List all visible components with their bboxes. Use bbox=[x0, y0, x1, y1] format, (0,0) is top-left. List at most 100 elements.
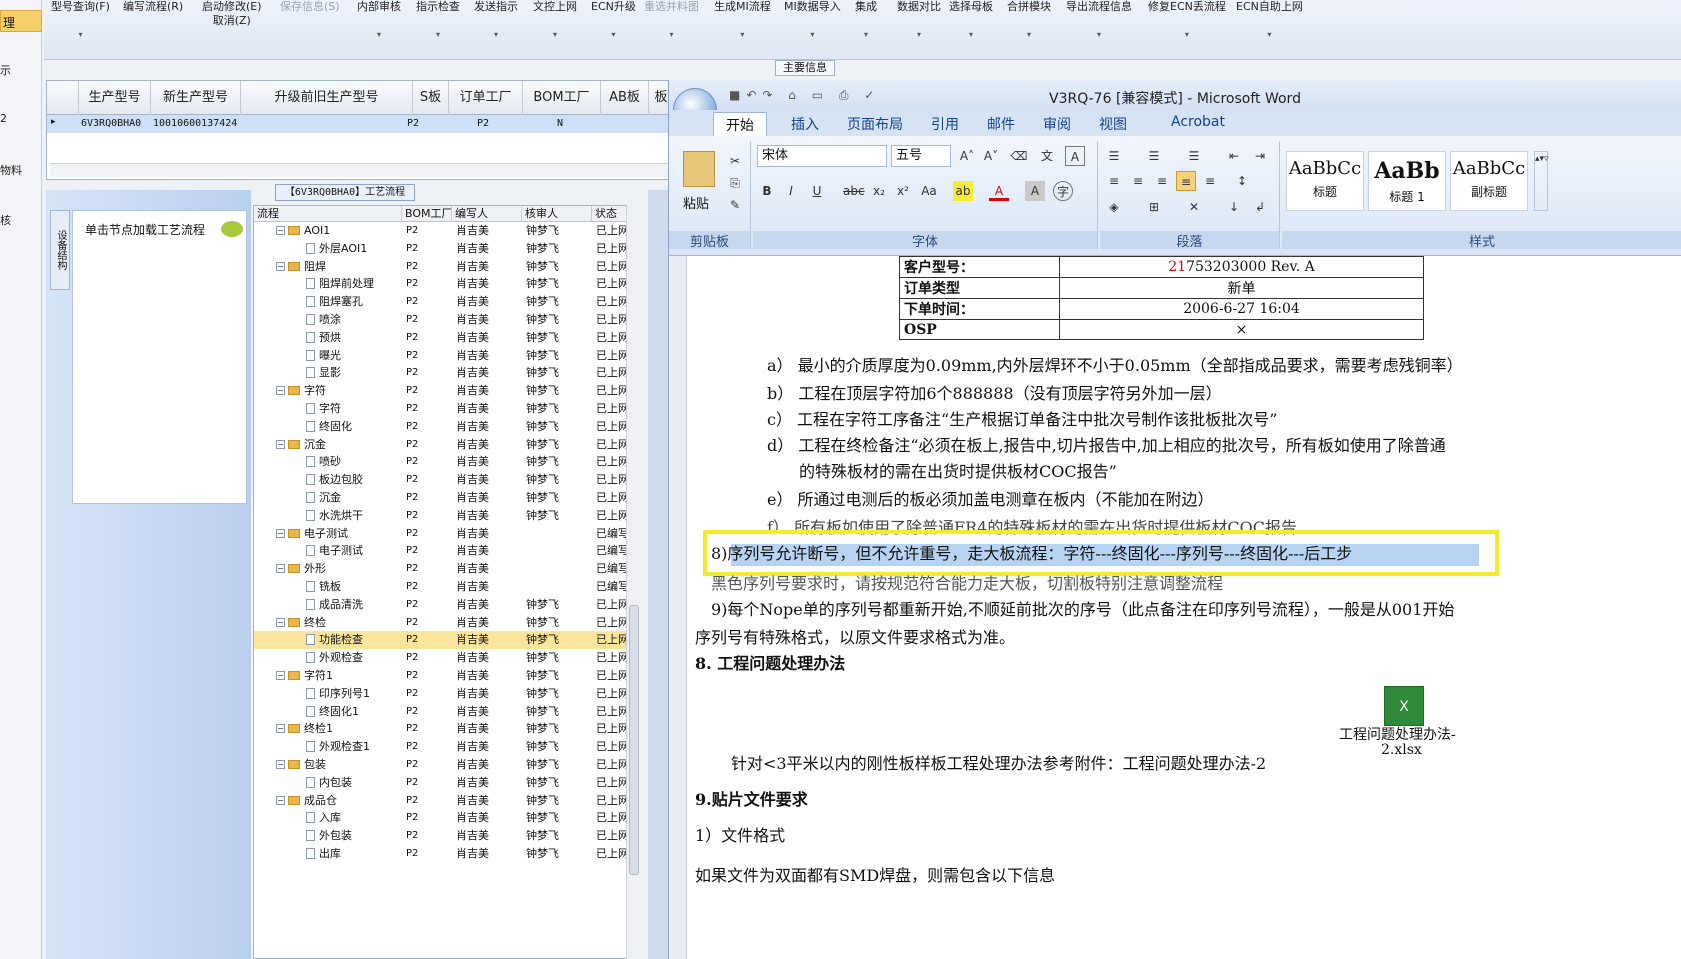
justify-icon[interactable]: ≡ bbox=[1176, 171, 1196, 191]
toolbar-button[interactable]: 内部审核 ▾ bbox=[357, 0, 401, 42]
doc-list-item[interactable]: c） 工程在字符工序备注“生产根据订单备注中批次号制作该批板批次号” bbox=[767, 406, 1277, 430]
distribute-icon[interactable]: ≡ bbox=[1200, 171, 1220, 191]
strikethrough-icon[interactable]: abc bbox=[843, 181, 865, 201]
chevron-down-icon[interactable]: ▾ bbox=[591, 28, 636, 42]
tree-node[interactable]: 终检 bbox=[288, 614, 326, 631]
ribbon-tab[interactable]: Acrobat bbox=[1171, 114, 1225, 130]
tree-node[interactable]: 字符 bbox=[306, 400, 341, 417]
cut-icon[interactable]: ✂ bbox=[725, 151, 745, 171]
chevron-down-icon[interactable]: ▾ bbox=[949, 28, 993, 42]
equipment-structure-tab[interactable]: 设备结构 bbox=[50, 210, 70, 290]
tree-row[interactable]: − 电子测试 P2 肖吉美 已编写 bbox=[254, 525, 639, 543]
chevron-down-icon[interactable]: ▾ bbox=[855, 28, 877, 42]
tree-row[interactable]: 字符 P2 肖吉美 钟梦飞 已上网 bbox=[254, 400, 639, 418]
quick-access-toolbar[interactable]: ■↶↷ ⌂ ▭ ⎙ ✓ bbox=[729, 88, 880, 103]
format-painter-icon[interactable]: ✎ bbox=[725, 195, 745, 215]
document-page[interactable]: 客户型号： 21753203000 Rev. A 订单类型 新单 下单时间： 2006-6… bbox=[669, 256, 1681, 959]
ribbon-tab[interactable]: 插入 bbox=[791, 114, 819, 134]
doc-list-item[interactable]: e） 所通过电测后的板必须加盖电测章在板内（不能加在附边） bbox=[767, 486, 1214, 510]
grid-column-header[interactable]: BOM工厂 bbox=[523, 81, 601, 115]
grid-cell[interactable]: 10010600137424 bbox=[153, 115, 237, 133]
toolbar-button[interactable]: 重选并料图 ▾ bbox=[644, 0, 699, 42]
tree-node[interactable]: 喷砂 bbox=[306, 453, 341, 470]
tree-row[interactable]: 入库 P2 肖吉美 钟梦飞 已上网 bbox=[254, 809, 639, 827]
toolbar-button[interactable]: 导出流程信息 ▾ bbox=[1066, 0, 1132, 42]
tree-column-header[interactable]: 编写人 bbox=[452, 206, 522, 222]
tree-row[interactable]: − 沉金 P2 肖吉美 钟梦飞 已上网 bbox=[254, 436, 639, 454]
tree-node[interactable]: 铣板 bbox=[306, 578, 341, 595]
table-cell[interactable]: 客户型号： bbox=[899, 256, 1060, 278]
doc-paragraph[interactable]: 黑色序列号要求时，请按规范符合能力走大板，切割板特别注意调整流程 bbox=[711, 570, 1223, 594]
chevron-down-icon[interactable]: ▾ bbox=[357, 28, 401, 42]
tree-row[interactable]: 内包装 P2 肖吉美 钟梦飞 已上网 bbox=[254, 774, 639, 792]
scrollbar-thumb[interactable] bbox=[629, 605, 639, 875]
chevron-down-icon[interactable]: ▾ bbox=[714, 28, 771, 42]
tree-row[interactable]: 显影 P2 肖吉美 钟梦飞 已上网 bbox=[254, 364, 639, 382]
collapse-toggle-icon[interactable]: − bbox=[276, 439, 285, 449]
collapse-toggle-icon[interactable]: − bbox=[276, 795, 285, 805]
grid-column-header[interactable]: 订单工厂 bbox=[449, 81, 523, 115]
tree-row[interactable]: 板边包胶 P2 肖吉美 钟梦飞 已上网 bbox=[254, 471, 639, 489]
collapse-toggle-icon[interactable]: − bbox=[276, 564, 285, 574]
chevron-down-icon[interactable]: ▾ bbox=[897, 28, 941, 42]
tree-node[interactable]: 阻焊 bbox=[288, 258, 326, 275]
tree-row[interactable]: − 字符 P2 肖吉美 钟梦飞 已上网 bbox=[254, 382, 639, 400]
toolbar-button[interactable]: 生成MI流程 ▾ bbox=[714, 0, 771, 42]
decrease-indent-icon[interactable]: ⇤ bbox=[1224, 146, 1244, 166]
nav-item[interactable]: 2 bbox=[0, 112, 7, 125]
tree-node[interactable]: 外观检查 bbox=[306, 649, 363, 666]
tree-node[interactable]: 水洗烘干 bbox=[306, 507, 363, 524]
table-cell[interactable]: × bbox=[1059, 319, 1424, 340]
tree-node[interactable]: 出库 bbox=[306, 845, 341, 862]
collapse-toggle-icon[interactable]: − bbox=[276, 528, 285, 538]
tree-row[interactable]: 成品清洗 P2 肖吉美 钟梦飞 已上网 bbox=[254, 596, 639, 614]
grid-row[interactable] bbox=[47, 115, 685, 133]
tree-node[interactable]: 终检1 bbox=[288, 720, 333, 737]
chevron-down-icon[interactable]: ▾ bbox=[416, 28, 460, 42]
tree-row[interactable]: − AOI1 P2 肖吉美 钟梦飞 已上网 bbox=[254, 222, 639, 240]
tree-row[interactable]: − 终检1 P2 肖吉美 钟梦飞 已上网 bbox=[254, 720, 639, 738]
doc-list-item[interactable]: d） 工程在终检备注“必须在板上,报告中,切片报告中,加上相应的批次号，所有板如… bbox=[767, 432, 1446, 456]
collapse-toggle-icon[interactable]: − bbox=[276, 671, 285, 680]
tree-node[interactable]: 阻焊塞孔 bbox=[306, 293, 363, 310]
doc-list-item[interactable]: 的特殊板材的需在出货时提供板材COC报告” bbox=[799, 458, 1117, 482]
chevron-down-icon[interactable]: ▾ bbox=[784, 28, 841, 42]
tree-node[interactable]: 沉金 bbox=[288, 436, 326, 453]
tree-node[interactable]: 电子测试 bbox=[288, 525, 348, 542]
attachment-label-ext[interactable]: 2.xlsx bbox=[1381, 742, 1422, 758]
collapse-toggle-icon[interactable]: − bbox=[276, 617, 285, 627]
toolbar-button[interactable]: 发送指示 ▾ bbox=[474, 0, 518, 42]
toolbar-button[interactable]: 启动修改(E) 取消(Z) bbox=[202, 0, 262, 28]
char-border-icon[interactable]: A bbox=[1065, 146, 1085, 166]
tree-row[interactable]: 阻焊前处理 P2 肖吉美 钟梦飞 已上网 bbox=[254, 275, 639, 293]
grid-cell[interactable]: P2 bbox=[407, 115, 419, 133]
chevron-down-icon[interactable]: ▾ bbox=[1236, 28, 1303, 42]
tree-node[interactable]: 内包装 bbox=[306, 774, 352, 791]
style-subtitle[interactable]: AaBbCc 副标题 bbox=[1450, 151, 1528, 211]
tree-node[interactable]: 成品仓 bbox=[288, 792, 337, 809]
tree-node[interactable]: 字符1 bbox=[288, 667, 333, 684]
grow-font-icon[interactable]: A˄ bbox=[957, 146, 977, 166]
align-left-icon[interactable]: ≡ bbox=[1104, 171, 1124, 191]
toolbar-button[interactable]: MI数据导入 ▾ bbox=[784, 0, 841, 42]
highlight-icon[interactable]: ab bbox=[953, 181, 973, 201]
collapse-toggle-icon[interactable]: − bbox=[276, 226, 285, 235]
tree-node[interactable]: 成品清洗 bbox=[306, 596, 363, 613]
tree-row[interactable]: − 字符1 P2 肖吉美 钟梦飞 已上网 bbox=[254, 667, 639, 685]
sort-icon[interactable]: ↓ bbox=[1224, 197, 1244, 217]
toolbar-button[interactable]: 集成 ▾ bbox=[855, 0, 877, 42]
tree-row[interactable]: 沉金 P2 肖吉美 钟梦飞 已上网 bbox=[254, 489, 639, 507]
section-heading-9[interactable]: 9.贴片文件要求 bbox=[695, 786, 808, 810]
toolbar-button[interactable]: ECN升级 ▾ bbox=[591, 0, 636, 42]
tree-row[interactable]: 印序列号1 P2 肖吉美 钟梦飞 已上网 bbox=[254, 685, 639, 703]
tree-row[interactable]: 外观检查 P2 肖吉美 钟梦飞 已上网 bbox=[254, 649, 639, 667]
nav-item[interactable]: 示 bbox=[0, 62, 11, 78]
collapse-toggle-icon[interactable]: − bbox=[276, 760, 285, 769]
toolbar-button[interactable]: 合拼模块 ▾ bbox=[1007, 0, 1051, 42]
char-shading-icon[interactable]: A bbox=[1025, 181, 1045, 201]
excel-attachment-icon[interactable]: X bbox=[1384, 686, 1424, 726]
selected-paragraph[interactable]: 8)序列号允许断号，但不允许重号，走大板流程：字符---终固化---序列号---… bbox=[711, 540, 1352, 564]
style-heading-1[interactable]: AaBb 标题 1 bbox=[1368, 151, 1446, 211]
tree-vertical-scrollbar[interactable] bbox=[626, 205, 640, 959]
grid-column-header[interactable]: 生产型号 bbox=[79, 81, 151, 115]
